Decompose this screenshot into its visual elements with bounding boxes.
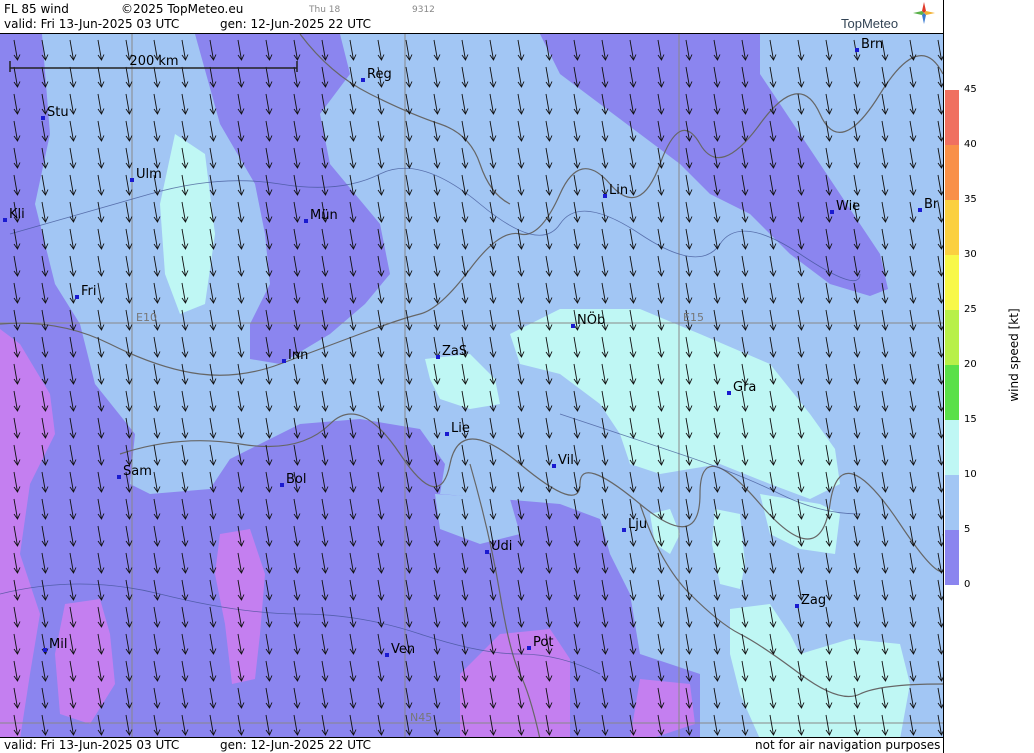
colorbar-segment: [945, 90, 959, 145]
grid-label-n45: N45: [410, 711, 432, 724]
city-label: Zag: [801, 593, 826, 608]
colorbar-tick-label: 15: [964, 414, 977, 425]
city-label: Udi: [491, 539, 512, 554]
colorbar-segment: [945, 475, 959, 530]
city-marker-icon: [918, 208, 922, 212]
city-mün: Mün: [304, 208, 338, 223]
city-marker-icon: [41, 116, 45, 120]
city-marker-icon: [436, 355, 440, 359]
city-marker-icon: [3, 218, 7, 222]
city-marker-icon: [571, 324, 575, 328]
city-marker-icon: [304, 219, 308, 223]
city-label: Vil: [558, 453, 574, 468]
colorbar-tick-label: 10: [964, 469, 977, 480]
colorbar-tick-label: 5: [964, 524, 971, 535]
city-sam: Sam: [117, 464, 152, 479]
colorbar-segment: [945, 145, 959, 200]
product-title: FL 85 wind: [4, 2, 69, 16]
brand-text: TopMeteo: [841, 16, 899, 31]
city-label: Ven: [391, 642, 415, 657]
city-label: Br: [924, 197, 939, 212]
colorbar-segment: [945, 365, 959, 420]
footer-valid-time: valid: Fri 13-Jun-2025 03 UTC: [4, 738, 180, 752]
scale-label: 200 km: [129, 54, 178, 69]
city-nöb: NÖb: [571, 311, 605, 328]
colorbar-tick-label: 40: [964, 139, 977, 150]
grid-label-e10: E10: [136, 311, 157, 324]
colorbar-tick-label: 45: [964, 84, 977, 95]
city-marker-icon: [855, 48, 859, 52]
city-label: Fri: [81, 284, 97, 299]
city-marker-icon: [527, 646, 531, 650]
wind-map[interactable]: 200 km E10 E15 N45 Stu Ulm Reg Brn Kli Mün Lin…: [0, 33, 943, 738]
city-label: Lin: [609, 183, 628, 198]
small-code-text: 9312: [412, 5, 435, 15]
city-marker-icon: [445, 432, 449, 436]
colorbar-tick-label: 20: [964, 359, 977, 370]
colorbar-segment: [945, 255, 959, 310]
city-marker-icon: [727, 391, 731, 395]
city-label: Pot: [533, 635, 553, 650]
disclaimer-text: not for air navigation purposes: [755, 738, 941, 752]
city-label: Bol: [286, 472, 306, 487]
city-marker-icon: [485, 550, 489, 554]
city-marker-icon: [117, 475, 121, 479]
city-label: Wie: [836, 199, 860, 214]
city-label: NÖb: [577, 311, 605, 328]
city-label: Brn: [861, 37, 883, 52]
colorbar-scale: [945, 90, 959, 585]
colorbar-tick-label: 25: [964, 304, 977, 315]
city-marker-icon: [280, 483, 284, 487]
compass-star-icon: [913, 2, 935, 24]
colorbar-segment: [945, 530, 959, 585]
city-label: Lju: [628, 517, 647, 532]
city-label: Gra: [733, 380, 756, 395]
colorbar-segment: [945, 310, 959, 365]
footer: valid: Fri 13-Jun-2025 03 UTC gen: 12-Ju…: [0, 738, 943, 753]
city-label: Lie: [451, 421, 470, 436]
city-marker-icon: [830, 210, 834, 214]
colorbar-tick-label: 35: [964, 194, 977, 205]
colorbar-segment: [945, 420, 959, 475]
copyright-text: ©2025 TopMeteo.eu: [121, 2, 244, 16]
generated-time: gen: 12-Jun-2025 22 UTC: [220, 17, 372, 31]
city-marker-icon: [43, 648, 47, 652]
topmeteo-logo: TopMeteo: [833, 0, 943, 33]
header: FL 85 wind ©2025 TopMeteo.eu Thu 18 9312…: [0, 0, 943, 33]
colorbar-segment: [945, 200, 959, 255]
valid-time: valid: Fri 13-Jun-2025 03 UTC: [4, 17, 180, 31]
small-day-text: Thu 18: [309, 5, 341, 15]
colorbar-tick-label: 30: [964, 249, 977, 260]
colorbar-title: wind speed [kt]: [1007, 308, 1021, 402]
footer-generated-time: gen: 12-Jun-2025 22 UTC: [220, 738, 372, 752]
city-marker-icon: [282, 359, 286, 363]
city-marker-icon: [552, 464, 556, 468]
city-marker-icon: [75, 295, 79, 299]
city-label: Stu: [47, 105, 69, 120]
colorbar-tick-label: 0: [964, 579, 971, 590]
city-marker-icon: [361, 78, 365, 82]
city-label: Inn: [288, 348, 308, 363]
city-marker-icon: [603, 194, 607, 198]
city-marker-icon: [130, 178, 134, 182]
grid-label-e15: E15: [683, 311, 704, 324]
city-label: Mün: [310, 208, 338, 223]
city-label: Reg: [367, 67, 392, 82]
city-label: Ulm: [136, 167, 162, 182]
city-label: Sam: [123, 464, 152, 479]
city-marker-icon: [385, 653, 389, 657]
city-marker-icon: [622, 528, 626, 532]
city-marker-icon: [795, 604, 799, 608]
city-label: Mil: [49, 637, 67, 652]
city-label: ZaS: [442, 344, 467, 359]
wind-map-canvas: 200 km E10 E15 N45 Stu Ulm Reg Brn Kli Mün Lin…: [0, 34, 943, 737]
city-label: Kli: [9, 207, 25, 222]
